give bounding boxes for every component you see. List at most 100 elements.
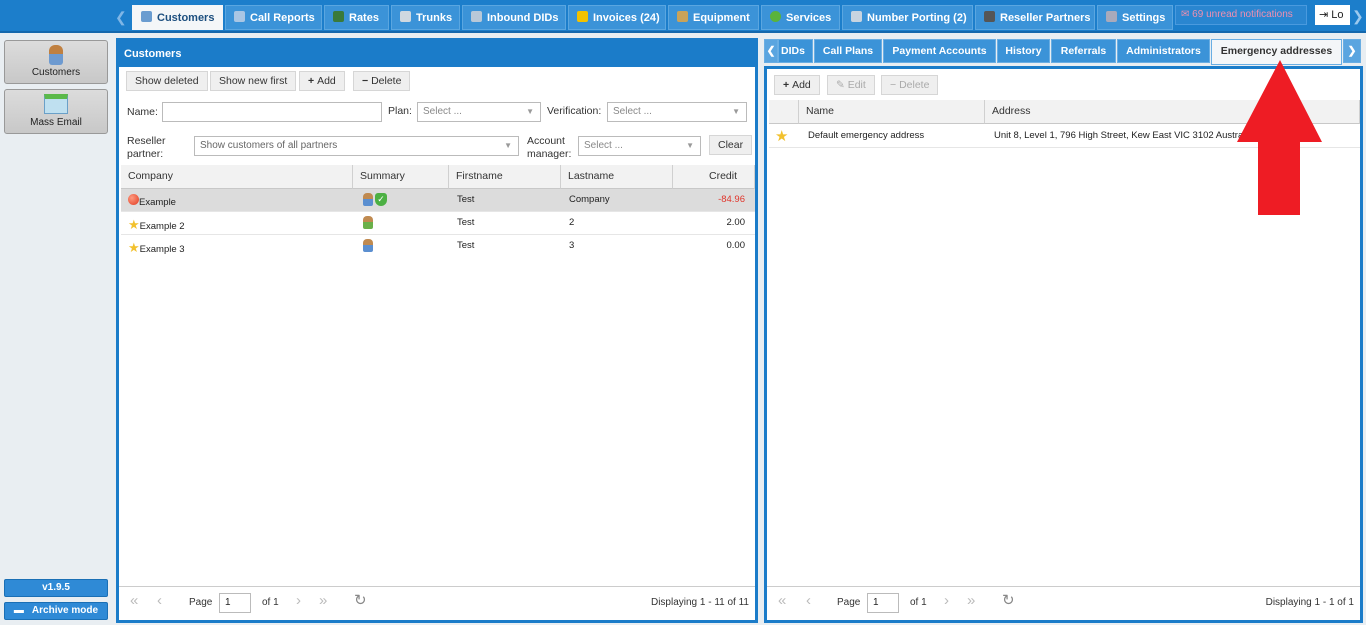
mail-icon bbox=[44, 94, 68, 114]
refresh-icon[interactable]: ↻ bbox=[1002, 591, 1015, 609]
column-company[interactable]: Company bbox=[121, 165, 353, 189]
minus-icon: − bbox=[362, 75, 372, 87]
table-row[interactable] bbox=[121, 235, 755, 258]
first-page-icon[interactable]: « bbox=[778, 592, 786, 609]
tab-label: Services bbox=[786, 12, 832, 24]
prev-page-icon[interactable]: ‹ bbox=[806, 592, 811, 609]
next-page-icon[interactable]: › bbox=[296, 592, 301, 609]
detail-tab-administrators[interactable]: Administrators bbox=[1117, 39, 1210, 63]
nav-scroll-left[interactable]: ❮ bbox=[115, 9, 127, 26]
column-firstname[interactable]: Firstname bbox=[449, 165, 561, 189]
manager-label: Account manager: bbox=[527, 135, 571, 161]
tab-services[interactable]: Services bbox=[761, 5, 840, 30]
notifications-label: 69 unread notifications bbox=[1192, 9, 1293, 20]
manager-select[interactable]: Select ... ▼ bbox=[578, 136, 701, 156]
detail-tab-call-plans[interactable]: Call Plans bbox=[814, 39, 882, 63]
tab-label: Call Reports bbox=[250, 12, 315, 24]
tab-invoices[interactable]: Invoices (24) bbox=[568, 5, 666, 30]
company-name: Example bbox=[139, 197, 176, 208]
reseller-select[interactable]: Show customers of all partners ▼ bbox=[194, 136, 519, 156]
tab-customers[interactable]: Customers bbox=[132, 5, 223, 30]
prev-page-icon[interactable]: ‹ bbox=[157, 592, 162, 609]
logout-button[interactable]: ⇥ Lo bbox=[1315, 5, 1350, 25]
page-count: of 1 bbox=[910, 597, 927, 608]
last-page-icon[interactable]: » bbox=[967, 592, 975, 609]
show-deleted-button[interactable]: Show deleted bbox=[126, 71, 208, 91]
add-customer-button[interactable]: + Add bbox=[299, 71, 345, 91]
tab-label: Number Porting (2) bbox=[867, 12, 967, 24]
address-name-cell: Default emergency address bbox=[808, 130, 925, 141]
user-icon bbox=[49, 45, 63, 65]
last-page-icon[interactable]: » bbox=[319, 592, 327, 609]
archive-mode-button[interactable]: ▬ Archive mode bbox=[4, 602, 108, 620]
tab-trunks[interactable]: Trunks bbox=[391, 5, 460, 30]
first-page-icon[interactable]: « bbox=[130, 592, 138, 609]
label-line: Account bbox=[527, 135, 565, 147]
detail-tab-payment-accounts[interactable]: Payment Accounts bbox=[883, 39, 996, 63]
delete-label: Delete bbox=[899, 79, 930, 91]
add-address-button[interactable]: + Add bbox=[774, 75, 820, 95]
tab-label: Rates bbox=[349, 12, 379, 24]
report-icon bbox=[234, 11, 245, 22]
tab-label: Invoices (24) bbox=[593, 12, 660, 24]
tab-inbound-dids[interactable]: Inbound DIDs bbox=[462, 5, 566, 30]
tab-call-reports[interactable]: Call Reports bbox=[225, 5, 322, 30]
delete-address-button[interactable]: − Delete bbox=[881, 75, 939, 95]
services-icon bbox=[770, 11, 781, 22]
show-new-first-button[interactable]: Show new first bbox=[210, 71, 297, 91]
column-name[interactable]: Name bbox=[799, 100, 985, 124]
detail-tab-history[interactable]: History bbox=[997, 39, 1050, 63]
sidebar-item-mass-email[interactable]: Mass Email bbox=[4, 89, 108, 134]
dropdown-arrow-icon: ▼ bbox=[686, 141, 694, 150]
verification-select[interactable]: Select ... ▼ bbox=[607, 102, 747, 122]
logout-label: Lo bbox=[1331, 9, 1344, 21]
edit-address-button[interactable]: ✎ Edit bbox=[827, 75, 875, 95]
table-row[interactable] bbox=[121, 189, 755, 212]
tab-label: Trunks bbox=[416, 12, 453, 24]
plan-select[interactable]: Select ... ▼ bbox=[417, 102, 541, 122]
star-icon: ★ bbox=[128, 240, 140, 255]
company-cell: ★Example 3 bbox=[122, 240, 185, 256]
page-label: Page bbox=[189, 597, 213, 608]
sidebar-item-customers[interactable]: Customers bbox=[4, 40, 108, 84]
tab-number-porting[interactable]: Number Porting (2) bbox=[842, 5, 973, 30]
refresh-icon[interactable]: ↻ bbox=[354, 591, 367, 609]
user-icon bbox=[363, 216, 373, 229]
next-page-icon[interactable]: › bbox=[944, 592, 949, 609]
page-input[interactable]: 1 bbox=[219, 593, 251, 613]
column-summary[interactable]: Summary bbox=[353, 165, 449, 189]
table-row[interactable] bbox=[121, 212, 755, 235]
column-lastname[interactable]: Lastname bbox=[561, 165, 673, 189]
notifications-button[interactable]: ✉ 69 unread notifications bbox=[1175, 5, 1307, 25]
address-cell: Unit 8, Level 1, 796 High Street, Kew Ea… bbox=[994, 130, 1253, 141]
version-button[interactable]: v1.9.5 bbox=[4, 579, 108, 597]
tab-label: Settings bbox=[1122, 12, 1166, 24]
detail-tabs-scroll-right[interactable]: ❯ bbox=[1343, 39, 1361, 63]
tab-equipment[interactable]: Equipment bbox=[668, 5, 759, 30]
firstname-cell: Test bbox=[457, 194, 475, 205]
detail-tab-dids[interactable]: DIDs bbox=[778, 39, 813, 63]
tab-settings[interactable]: Settings bbox=[1097, 5, 1173, 30]
display-count: Displaying 1 - 1 of 1 bbox=[1265, 597, 1354, 608]
verification-label: Verification: bbox=[547, 105, 602, 117]
lastname-cell: 3 bbox=[569, 240, 575, 251]
page-input[interactable]: 1 bbox=[867, 593, 899, 613]
star-icon: ★ bbox=[128, 217, 140, 232]
tab-rates[interactable]: Rates bbox=[324, 5, 389, 30]
detail-tabs-scroll-left[interactable]: ❮ bbox=[764, 39, 778, 63]
nav-scroll-right[interactable]: ❯ bbox=[1352, 8, 1364, 25]
delete-customer-button[interactable]: − Delete bbox=[353, 71, 411, 91]
label-line: Reseller bbox=[127, 135, 166, 147]
plus-icon: + bbox=[308, 75, 318, 87]
plan-placeholder: Select ... bbox=[423, 106, 462, 117]
pencil-icon: ✎ bbox=[836, 79, 848, 91]
page-count: of 1 bbox=[262, 597, 279, 608]
company-cell: Example bbox=[122, 194, 176, 208]
detail-tab-referrals[interactable]: Referrals bbox=[1051, 39, 1116, 63]
manager-placeholder: Select ... bbox=[584, 140, 623, 151]
company-name: Example 2 bbox=[139, 221, 185, 232]
name-input[interactable] bbox=[162, 102, 382, 122]
clear-button[interactable]: Clear bbox=[709, 135, 753, 155]
column-credit[interactable]: Credit bbox=[673, 165, 755, 189]
tab-reseller-partners[interactable]: Reseller Partners bbox=[975, 5, 1095, 30]
